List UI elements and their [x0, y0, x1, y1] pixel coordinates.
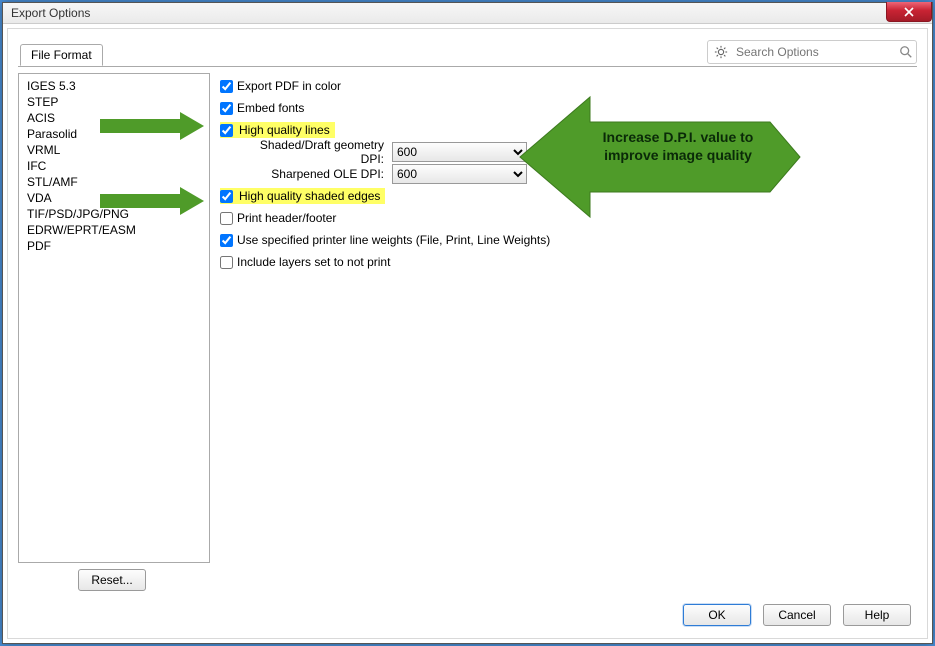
help-button[interactable]: Help: [843, 604, 911, 626]
search-icon: [899, 45, 913, 59]
close-button[interactable]: [886, 2, 932, 22]
list-item[interactable]: STEP: [25, 94, 203, 110]
titlebar: Export Options: [3, 3, 932, 24]
checkbox-input[interactable]: [220, 80, 233, 93]
options-panel: Export PDF in color Embed fonts High qua…: [210, 73, 917, 591]
dialog-footer: OK Cancel Help: [18, 591, 917, 628]
checkbox-input[interactable]: [220, 212, 233, 225]
ok-button[interactable]: OK: [683, 604, 751, 626]
list-item[interactable]: PDF: [25, 238, 203, 254]
search-options[interactable]: [707, 40, 917, 64]
ole-dpi-label: Sharpened OLE DPI:: [238, 167, 388, 181]
window-title: Export Options: [11, 6, 90, 20]
list-item[interactable]: TIF/PSD/JPG/PNG: [25, 206, 203, 222]
client-area: File Format: [7, 28, 928, 639]
ole-dpi-select[interactable]: 600: [392, 164, 527, 184]
export-options-window: Export Options File Format: [2, 2, 933, 644]
list-item[interactable]: IGES 5.3: [25, 78, 203, 94]
list-item[interactable]: VDA: [25, 190, 203, 206]
cancel-button[interactable]: Cancel: [763, 604, 831, 626]
body-row: IGES 5.3 STEP ACIS Parasolid VRML IFC ST…: [18, 67, 917, 591]
tabset: File Format: [20, 38, 103, 66]
checkbox-embed-fonts[interactable]: Embed fonts: [220, 101, 304, 115]
checkbox-input[interactable]: [220, 234, 233, 247]
list-item[interactable]: IFC: [25, 158, 203, 174]
top-row: File Format: [18, 37, 917, 67]
gear-icon: [714, 45, 728, 59]
checkbox-high-quality-lines[interactable]: High quality lines: [220, 123, 332, 137]
reset-button[interactable]: Reset...: [78, 569, 146, 591]
tab-label: File Format: [31, 48, 92, 62]
close-icon: [904, 7, 914, 17]
tab-file-format[interactable]: File Format: [20, 44, 103, 66]
list-item[interactable]: STL/AMF: [25, 174, 203, 190]
checkbox-input[interactable]: [220, 190, 233, 203]
checkbox-high-quality-shaded-edges[interactable]: High quality shaded edges: [220, 189, 382, 203]
search-input[interactable]: [734, 44, 893, 60]
checkbox-input[interactable]: [220, 124, 233, 137]
checkbox-export-pdf-color[interactable]: Export PDF in color: [220, 79, 341, 93]
list-item[interactable]: VRML: [25, 142, 203, 158]
checkbox-use-specified-line-weights[interactable]: Use specified printer line weights (File…: [220, 233, 550, 247]
list-item[interactable]: EDRW/EPRT/EASM: [25, 222, 203, 238]
format-list[interactable]: IGES 5.3 STEP ACIS Parasolid VRML IFC ST…: [18, 73, 210, 563]
checkbox-input[interactable]: [220, 256, 233, 269]
checkbox-include-layers-not-print[interactable]: Include layers set to not print: [220, 255, 390, 269]
checkbox-print-header-footer[interactable]: Print header/footer: [220, 211, 336, 225]
shaded-dpi-select[interactable]: 600: [392, 142, 527, 162]
list-item[interactable]: ACIS: [25, 110, 203, 126]
shaded-dpi-label: Shaded/Draft geometry DPI:: [238, 138, 388, 166]
list-item[interactable]: Parasolid: [25, 126, 203, 142]
checkbox-input[interactable]: [220, 102, 233, 115]
